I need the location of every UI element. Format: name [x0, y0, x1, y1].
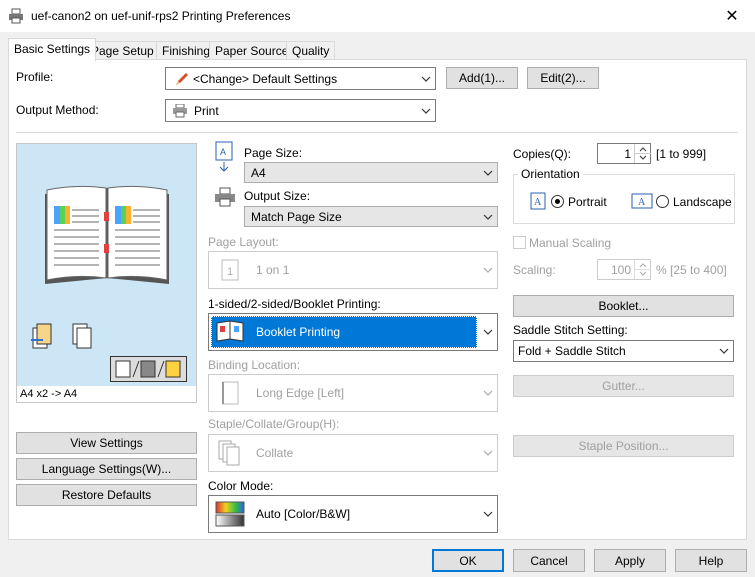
binding-icon — [212, 377, 248, 409]
spin-arrows-icon[interactable] — [634, 144, 651, 163]
gutter-button[interactable]: Gutter... — [513, 375, 734, 397]
ok-button[interactable]: OK — [432, 549, 504, 572]
manual-scaling-label: Manual Scaling — [529, 236, 612, 250]
title-bar: uef-canon2 on uef-unif-rps2 Printing Pre… — [0, 0, 755, 32]
binding-location-select[interactable]: Long Edge [Left] — [208, 374, 498, 412]
page-size-value: A4 — [251, 165, 266, 180]
output-method-value: Print — [194, 103, 219, 118]
page-size-icon: A — [214, 141, 234, 176]
chevron-down-icon — [479, 390, 497, 396]
chevron-down-icon — [479, 450, 497, 456]
portrait-radio[interactable] — [551, 194, 564, 209]
page-layout-icon: 1 — [212, 254, 248, 286]
output-size-icon — [214, 187, 236, 210]
copies-range: [1 to 999] — [656, 147, 707, 161]
color-mode-select[interactable]: Auto [Color/B&W] — [208, 495, 498, 533]
page-size-label: Page Size: — [244, 146, 303, 160]
profile-value: <Change> Default Settings — [193, 71, 338, 86]
staple-position-button[interactable]: Staple Position... — [513, 435, 734, 457]
chevron-down-icon — [417, 76, 435, 82]
tab-finishing[interactable]: Finishing — [156, 41, 217, 60]
chevron-down-icon — [417, 108, 435, 114]
tab-basic-settings[interactable]: Basic Settings — [8, 38, 97, 61]
collate-icon — [212, 437, 248, 469]
binding-location-value: Long Edge [Left] — [256, 386, 345, 400]
tab-quality[interactable]: Quality — [286, 41, 336, 60]
svg-text:1: 1 — [227, 266, 233, 278]
landscape-radio[interactable] — [656, 194, 669, 209]
color-mode-value: Auto [Color/B&W] — [256, 507, 351, 521]
preview-caption: A4 x2 -> A4 — [17, 386, 196, 402]
svg-text:A: A — [534, 197, 542, 208]
printer-icon — [8, 8, 24, 24]
chevron-down-icon — [479, 511, 497, 517]
tab-paper-source[interactable]: Paper Source — [209, 41, 295, 60]
tab-page-setup[interactable]: Page Setup — [85, 41, 160, 60]
restore-defaults-button[interactable]: Restore Defaults — [16, 484, 197, 506]
chevron-down-icon — [715, 348, 733, 354]
help-button[interactable]: Help — [675, 549, 747, 572]
page-layout-label: Page Layout: — [208, 235, 279, 249]
copies-label: Copies(Q): — [513, 147, 572, 161]
manual-scaling-checkbox[interactable] — [513, 236, 526, 249]
close-button[interactable]: ✕ — [709, 0, 755, 32]
staple-collate-value: Collate — [256, 446, 294, 460]
chevron-down-icon — [479, 214, 497, 220]
printing-mode-value: Booklet Printing — [256, 325, 341, 339]
landscape-icon: A — [631, 193, 653, 212]
booklet-icon — [212, 316, 248, 348]
output-method-select[interactable]: Print — [165, 99, 436, 122]
saddle-stitch-label: Saddle Stitch Setting: — [513, 323, 628, 337]
color-mode-preview-icons — [110, 356, 187, 382]
pencil-icon — [174, 71, 190, 87]
saddle-stitch-value: Fold + Saddle Stitch — [518, 344, 626, 358]
scaling-spinner[interactable]: 100 — [597, 259, 651, 280]
saddle-stitch-select[interactable]: Fold + Saddle Stitch — [513, 340, 734, 362]
printing-mode-label: 1-sided/2-sided/Booklet Printing: — [208, 297, 381, 311]
staple-collate-select[interactable]: Collate — [208, 434, 498, 472]
booklet-button[interactable]: Booklet... — [513, 295, 734, 317]
scaling-value: 100 — [610, 263, 631, 277]
printer-icon — [172, 103, 188, 118]
cancel-button[interactable]: Cancel — [513, 549, 585, 572]
view-settings-button[interactable]: View Settings — [16, 432, 197, 454]
page-size-select[interactable]: A4 — [244, 162, 498, 183]
page-layout-select[interactable]: 1 1 on 1 — [208, 251, 498, 289]
scaling-range: % [25 to 400] — [656, 263, 727, 277]
chevron-down-icon — [479, 267, 497, 273]
svg-text:A: A — [220, 147, 226, 157]
portrait-label: Portrait — [568, 195, 607, 209]
divider — [16, 132, 738, 133]
apply-button[interactable]: Apply — [594, 549, 666, 572]
profile-label: Profile: — [16, 70, 54, 84]
landscape-label: Landscape — [673, 195, 732, 209]
color-mode-label: Color Mode: — [208, 479, 274, 493]
edit-profile-button[interactable]: Edit(2)... — [527, 67, 599, 89]
portrait-icon: A — [530, 192, 546, 213]
layout-preview: A4 x2 -> A4 — [16, 143, 197, 403]
output-size-value: Match Page Size — [251, 209, 342, 224]
staple-collate-label: Staple/Collate/Group(H): — [208, 417, 340, 431]
booklet-preview-image — [31, 185, 169, 349]
chevron-down-icon — [479, 329, 497, 335]
copies-spinner[interactable]: 1 — [597, 143, 651, 164]
orientation-label: Orientation — [518, 167, 583, 181]
spin-arrows-icon[interactable] — [634, 260, 651, 279]
output-size-label: Output Size: — [244, 189, 311, 203]
language-settings-button[interactable]: Language Settings(W)... — [16, 458, 197, 480]
chevron-down-icon — [479, 170, 497, 176]
output-method-label: Output Method: — [16, 103, 99, 117]
window-title: uef-canon2 on uef-unif-rps2 Printing Pre… — [31, 9, 291, 23]
color-mode-icon — [212, 498, 248, 530]
add-profile-button[interactable]: Add(1)... — [446, 67, 518, 89]
binding-location-label: Binding Location: — [208, 358, 301, 372]
output-size-select[interactable]: Match Page Size — [244, 206, 498, 227]
profile-select[interactable]: <Change> Default Settings — [165, 67, 436, 90]
page-layout-value: 1 on 1 — [256, 263, 290, 277]
printing-mode-select[interactable]: Booklet Printing — [208, 313, 498, 351]
svg-text:A: A — [638, 197, 646, 208]
scaling-label: Scaling: — [513, 263, 556, 277]
copies-value: 1 — [624, 147, 631, 161]
